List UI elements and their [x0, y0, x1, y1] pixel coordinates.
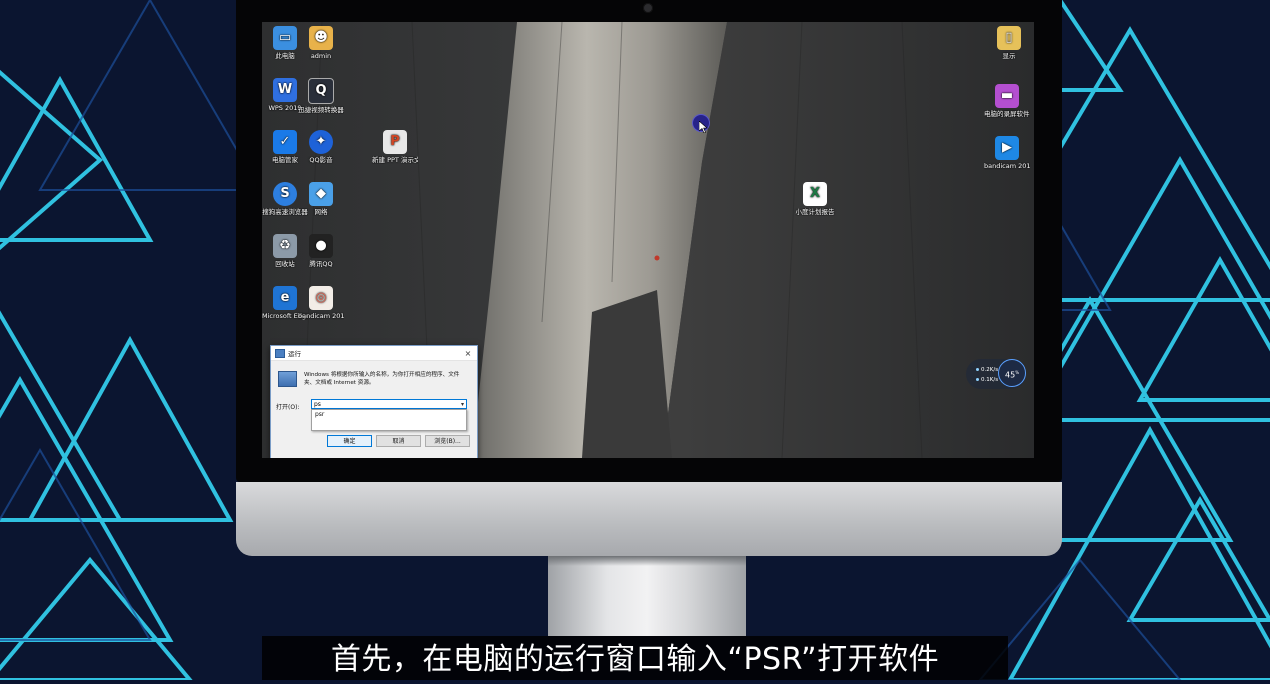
- desktop-screen: ▭ 此电脑 ☻ admin W WPS 2019 Q 迅捷视频转换器 ✓ 电脑管…: [262, 22, 1034, 458]
- qq-icon: ●: [309, 234, 333, 258]
- run-app-icon: [275, 348, 285, 358]
- run-dialog-title: 运行: [288, 350, 301, 358]
- open-field-label: 打开(O):: [276, 404, 300, 411]
- run-dialog-body: Windows 将根据你所输入的名称，为你打开相应的程序、文件夹、文档或 Int…: [271, 361, 477, 458]
- video-converter-icon: Q: [308, 78, 334, 104]
- memory-usage-percent: 45: [1005, 370, 1016, 380]
- desktop-icon-bandicam-file[interactable]: ◎ bandicam 2019-12-...: [298, 286, 344, 320]
- browse-button[interactable]: 浏览(B)...: [425, 435, 470, 447]
- monitor-stand-shadow: [548, 556, 746, 566]
- screen-record-icon: ▬: [995, 84, 1019, 108]
- upload-speed: 0.2K/s: [976, 367, 998, 373]
- run-description: Windows 将根据你所输入的名称，为你打开相应的程序、文件夹、文档或 Int…: [304, 372, 460, 386]
- user-folder-icon: ☻: [309, 26, 333, 50]
- bandicam-file-icon: ◎: [309, 286, 333, 310]
- run-command-value: ps: [314, 401, 321, 408]
- wps-icon: W: [273, 78, 297, 102]
- subtitle-text: 首先，在电脑的运行窗口输入“PSR”打开软件: [330, 642, 940, 677]
- desktop-icon-screen-record-article[interactable]: ▬ 电脑的录屏软件哪个好...: [984, 84, 1030, 118]
- mouse-pointer-icon: [699, 121, 708, 133]
- subtitle-bar: 首先，在电脑的运行窗口输入“PSR”打开软件: [262, 636, 1008, 680]
- run-dialog: 运行 × Windows 将根据你所输入的名称，为你打开相应的程序、文件夹、文档…: [270, 345, 478, 458]
- autocomplete-list: psr: [311, 409, 467, 431]
- desktop-icon-bandicam-video[interactable]: ▶ bandicam 2019-12-0...: [984, 136, 1030, 170]
- memory-usage-unit: %: [1015, 370, 1019, 375]
- sogou-browser-icon: S: [273, 182, 297, 206]
- monitor-chin: [236, 482, 1062, 556]
- memory-usage-gauge: 45%: [998, 359, 1026, 387]
- recycle-bin-icon: ♻: [273, 234, 297, 258]
- autocomplete-item-psr[interactable]: psr: [312, 410, 466, 419]
- desktop-icon-qq-player[interactable]: ✦ QQ影音: [298, 130, 344, 164]
- desktop-icon-video-converter[interactable]: Q 迅捷视频转换器: [298, 78, 344, 114]
- this-pc-icon: ▭: [273, 26, 297, 50]
- excel-file-icon: X: [803, 182, 827, 206]
- desktop-icon-ppt-file[interactable]: P 新建 PPT 演示文稿: [372, 130, 418, 164]
- run-program-icon: [278, 371, 297, 387]
- desktop-icon-qq[interactable]: ● 腾讯QQ: [298, 234, 344, 268]
- pc-manager-icon: ✓: [273, 130, 297, 154]
- cancel-button[interactable]: 取消: [376, 435, 421, 447]
- qq-player-icon: ✦: [309, 130, 333, 154]
- network-speed-widget[interactable]: 0.2K/s 0.1K/s 45%: [966, 359, 1026, 389]
- run-command-input[interactable]: ps ▾: [311, 399, 467, 409]
- network-icon: ◆: [309, 182, 333, 206]
- folder-icon: ▯: [997, 26, 1021, 50]
- run-dialog-titlebar[interactable]: 运行 ×: [271, 346, 477, 361]
- edge-icon: e: [273, 286, 297, 310]
- desktop-icon-display-folder[interactable]: ▯ 显示: [986, 26, 1032, 60]
- ppt-file-icon: P: [383, 130, 407, 154]
- desktop-icon-excel-file[interactable]: X 小度计划报告: [792, 182, 838, 216]
- ok-button[interactable]: 确定: [327, 435, 372, 447]
- download-speed: 0.1K/s: [976, 377, 998, 383]
- desktop-icon-admin[interactable]: ☻ admin: [298, 26, 344, 60]
- bandicam-video-icon: ▶: [995, 136, 1019, 160]
- desktop-icon-network[interactable]: ◆ 网络: [298, 182, 344, 216]
- webcam-icon: [643, 3, 653, 13]
- close-button[interactable]: ×: [463, 349, 473, 358]
- monitor-stand: [548, 556, 746, 636]
